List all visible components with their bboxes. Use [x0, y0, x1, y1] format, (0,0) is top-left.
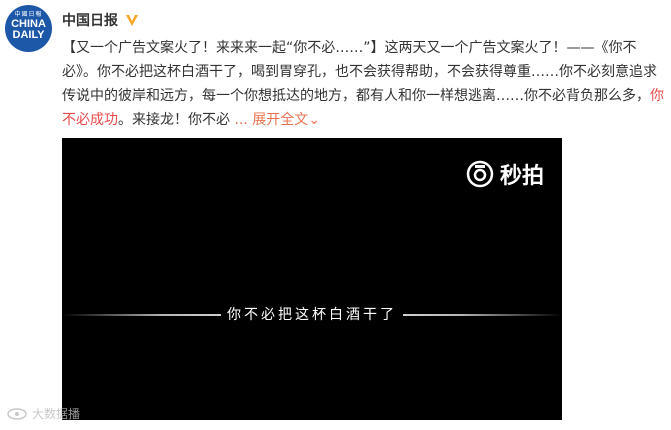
- post-text: 【又一个广告文案火了！来来来一起“你不必……”】这两天又一个广告文案火了！——《…: [62, 36, 666, 132]
- post-body-ending: 。来接龙！你不必: [118, 112, 230, 128]
- username[interactable]: 中国日报: [62, 10, 118, 30]
- eye-logo-icon: [7, 407, 27, 420]
- camera-logo-icon: [466, 160, 494, 188]
- video-player[interactable]: 秒拍 你不必把这杯白酒干了: [62, 138, 562, 420]
- expand-full-text-link[interactable]: 展开全文⌄: [252, 112, 320, 128]
- watermark-text: 秒拍: [499, 164, 544, 189]
- avatar-brand-line2: DAILY: [12, 29, 45, 41]
- miaopai-watermark: 秒拍: [466, 158, 544, 190]
- weibo-post: 中國日報 CHINA DAILY 中国日报 【又一个广告文案火了！来来来一起“你…: [0, 0, 671, 430]
- post-header: 中国日报: [62, 10, 140, 30]
- chevron-down-icon: ⌄: [308, 112, 320, 128]
- video-subtitle: 你不必把这杯白酒干了: [62, 304, 562, 324]
- expand-full-text-label: 展开全文: [252, 112, 309, 128]
- video-subtitle-text: 你不必把这杯白酒干了: [221, 307, 403, 323]
- bottom-watermark: 大数据播: [6, 405, 80, 422]
- post-body-text: 【又一个广告文案火了！来来来一起“你不必……”】这两天又一个广告文案火了！——《…: [62, 40, 657, 104]
- ellipsis: ...: [230, 112, 253, 128]
- verified-badge-icon: [126, 15, 138, 26]
- bottom-watermark-text: 大数据播: [32, 407, 81, 421]
- avatar[interactable]: 中國日報 CHINA DAILY: [5, 5, 52, 52]
